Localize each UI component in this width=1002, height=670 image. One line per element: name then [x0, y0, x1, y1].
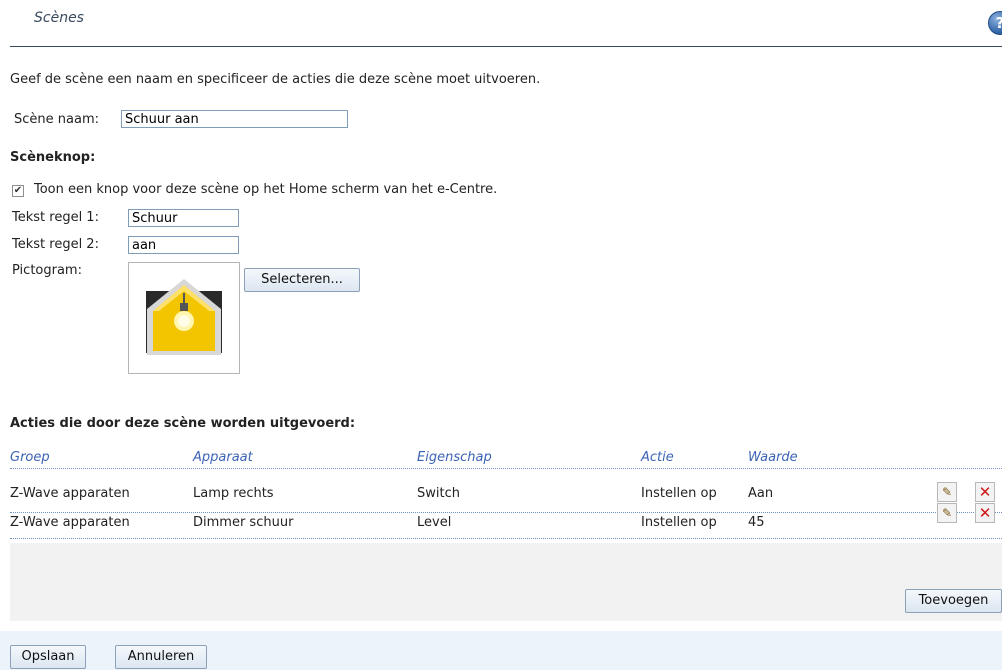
- add-action-panel: [10, 543, 1002, 621]
- show-button-checkbox[interactable]: ✔: [12, 185, 24, 197]
- add-action-button[interactable]: Toevoegen: [905, 589, 1002, 613]
- lightbulb-house-icon: [146, 279, 222, 355]
- text-line2-label: Tekst regel 2:: [12, 237, 99, 252]
- row1-actie: Instellen op: [641, 486, 717, 501]
- row2-waarde: 45: [748, 515, 765, 530]
- title-divider: [10, 46, 1002, 47]
- save-button[interactable]: Opslaan: [10, 645, 86, 669]
- text-line1-label: Tekst regel 1:: [12, 210, 99, 225]
- edit-icon[interactable]: ✎: [937, 503, 957, 523]
- pictogram-preview: [128, 262, 240, 374]
- row2-actie: Instellen op: [641, 515, 717, 530]
- delete-icon[interactable]: ✕: [975, 482, 995, 502]
- row2-apparaat: Dimmer schuur: [193, 515, 294, 530]
- scene-button-heading: Scèneknop:: [10, 150, 96, 165]
- table-header-divider: [10, 468, 1002, 469]
- column-header-apparaat: Apparaat: [193, 450, 253, 465]
- cancel-button[interactable]: Annuleren: [115, 645, 207, 669]
- pictogram-label: Pictogram:: [12, 263, 82, 278]
- row2-groep: Z-Wave apparaten: [10, 515, 130, 530]
- select-pictogram-button[interactable]: Selecteren...: [244, 268, 360, 292]
- row1-apparaat: Lamp rechts: [193, 486, 274, 501]
- text-line2-input[interactable]: [128, 236, 239, 254]
- row-divider: [10, 512, 1002, 513]
- scene-name-input[interactable]: [121, 110, 348, 128]
- row1-groep: Z-Wave apparaten: [10, 486, 130, 501]
- text-line1-input[interactable]: [128, 209, 239, 227]
- page-title: Scènes: [34, 10, 84, 26]
- intro-text: Geef de scène een naam en specificeer de…: [10, 72, 541, 87]
- column-header-eigenschap: Eigenschap: [417, 450, 492, 465]
- delete-icon[interactable]: ✕: [975, 503, 995, 523]
- row2-eigenschap: Level: [417, 515, 452, 530]
- row-divider: [10, 538, 1002, 539]
- column-header-waarde: Waarde: [748, 450, 798, 465]
- help-icon[interactable]: ?: [988, 11, 1002, 35]
- edit-icon[interactable]: ✎: [937, 482, 957, 502]
- column-header-groep: Groep: [10, 450, 50, 465]
- show-button-label: Toon een knop voor deze scène op het Hom…: [34, 182, 498, 197]
- actions-heading: Acties die door deze scène worden uitgev…: [10, 416, 356, 431]
- scene-name-label: Scène naam:: [14, 112, 99, 127]
- column-header-actie: Actie: [641, 450, 674, 465]
- row1-waarde: Aan: [748, 486, 774, 501]
- row1-eigenschap: Switch: [417, 486, 460, 501]
